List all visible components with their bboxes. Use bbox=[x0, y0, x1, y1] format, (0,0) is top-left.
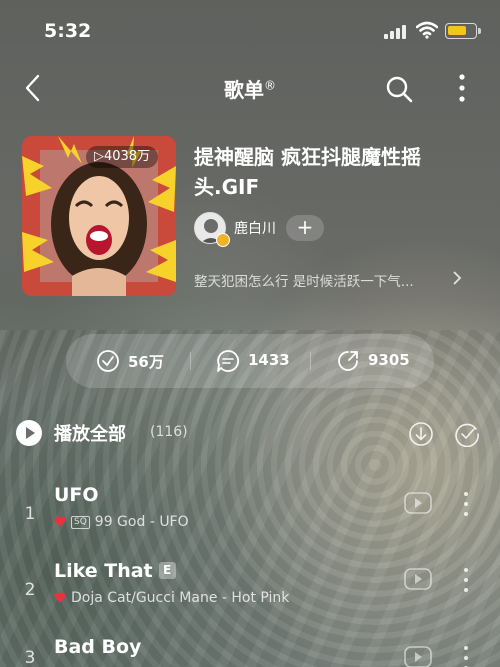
share-button[interactable]: 9305 bbox=[336, 334, 426, 388]
song-title-wrap: Like That E bbox=[54, 560, 176, 582]
battery-icon bbox=[445, 23, 477, 39]
play-all-label[interactable]: 播放全部 bbox=[54, 420, 126, 446]
video-play-icon[interactable] bbox=[404, 568, 432, 590]
share-count: 9305 bbox=[368, 351, 410, 369]
song-row[interactable]: 2 Like That E Doja Cat/Gucci Mane - Hot P… bbox=[0, 558, 500, 638]
status-bar: 5:32 bbox=[0, 0, 500, 60]
battery-cap bbox=[478, 28, 481, 34]
play-count-badge: ▷4038万 bbox=[86, 146, 159, 168]
song-title: Like That bbox=[54, 560, 153, 582]
page-title: 歌单® bbox=[0, 74, 500, 103]
song-row[interactable]: 3 Bad Boy bbox=[0, 634, 500, 667]
heart-icon[interactable] bbox=[54, 516, 66, 527]
song-artist: 99 God - UFO bbox=[94, 514, 189, 530]
song-subtitle: Doja Cat/Gucci Mane - Hot Pink bbox=[54, 590, 289, 606]
song-more-icon[interactable] bbox=[460, 566, 472, 594]
comment-count: 1433 bbox=[248, 351, 290, 369]
action-bar: 56万 1433 9305 bbox=[66, 334, 434, 388]
song-index: 1 bbox=[24, 504, 36, 524]
video-play-icon[interactable] bbox=[404, 492, 432, 514]
song-index: 3 bbox=[24, 648, 36, 667]
song-title: Bad Boy bbox=[54, 636, 142, 658]
favorite-button[interactable]: 56万 bbox=[96, 334, 186, 388]
playlist-description[interactable]: 整天犯困怎么行 是时候活跃一下气... bbox=[194, 270, 466, 290]
song-more-icon[interactable] bbox=[460, 490, 472, 518]
sq-quality-badge: SQ bbox=[71, 516, 90, 529]
battery-level bbox=[448, 26, 466, 35]
heart-icon[interactable] bbox=[54, 592, 66, 603]
song-more-icon[interactable] bbox=[460, 644, 472, 667]
vip-badge-icon bbox=[216, 233, 230, 247]
playlist-title: 提神醒脑 疯狂抖腿魔性摇头.GIF bbox=[194, 145, 421, 199]
signal-icon bbox=[384, 25, 410, 39]
comment-icon bbox=[217, 350, 240, 372]
checkmark-circle-icon bbox=[97, 350, 119, 372]
divider bbox=[190, 352, 191, 370]
song-title: UFO bbox=[54, 484, 99, 506]
follow-button[interactable]: + bbox=[286, 215, 324, 241]
more-options-icon[interactable] bbox=[450, 72, 474, 104]
status-time: 5:32 bbox=[44, 20, 92, 42]
explicit-badge: E bbox=[158, 562, 176, 579]
song-row[interactable]: 1 UFO SQ 99 God - UFO bbox=[0, 482, 500, 562]
song-count: (116) bbox=[150, 424, 188, 440]
comment-button[interactable]: 1433 bbox=[216, 334, 306, 388]
chevron-right-icon[interactable] bbox=[451, 268, 463, 288]
top-nav: 歌单® bbox=[0, 62, 500, 114]
wifi-icon bbox=[416, 21, 438, 39]
song-subtitle: SQ 99 God - UFO bbox=[54, 514, 189, 530]
search-icon[interactable] bbox=[384, 74, 414, 104]
creator-name[interactable]: 鹿白川 bbox=[234, 218, 276, 238]
play-all-row: 播放全部 (116) bbox=[16, 418, 496, 454]
share-icon bbox=[338, 351, 358, 371]
page-title-text: 歌单 bbox=[224, 78, 264, 102]
song-index: 2 bbox=[24, 580, 36, 600]
divider bbox=[310, 352, 311, 370]
play-all-icon[interactable] bbox=[16, 420, 42, 446]
favorite-count: 56万 bbox=[128, 353, 164, 371]
download-icon[interactable] bbox=[408, 421, 434, 447]
video-play-icon[interactable] bbox=[404, 646, 432, 667]
song-artist: Doja Cat/Gucci Mane - Hot Pink bbox=[71, 590, 290, 606]
multiselect-icon[interactable] bbox=[454, 421, 480, 447]
registered-mark: ® bbox=[264, 78, 276, 93]
